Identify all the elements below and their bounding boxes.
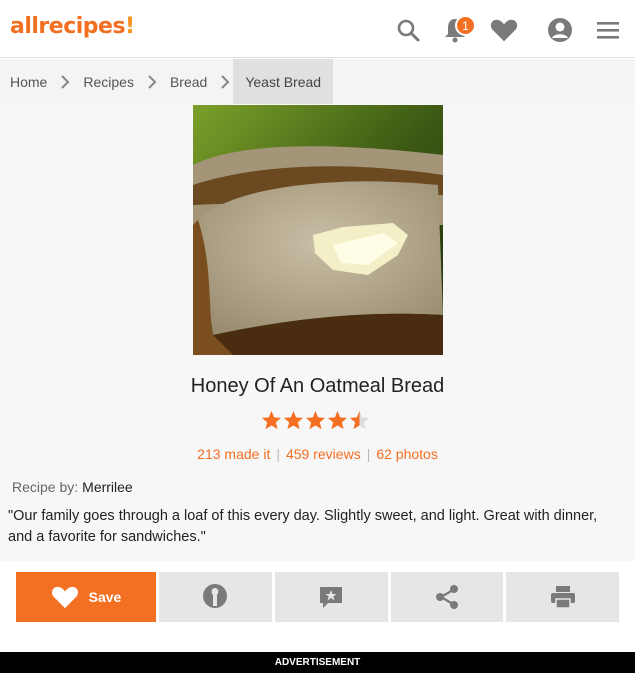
breadcrumb-bread[interactable]: Bread — [160, 59, 217, 104]
made-it-icon — [203, 584, 228, 608]
recipe-title: Honey Of An Oatmeal Bread — [190, 375, 445, 397]
star-icon — [261, 410, 282, 430]
save-button[interactable]: Save — [16, 572, 156, 622]
half-star-icon — [349, 410, 370, 430]
share-icon — [435, 585, 458, 609]
notification-badge[interactable]: 1 — [455, 15, 476, 36]
reviews-count[interactable]: 459 reviews — [286, 446, 361, 462]
breadcrumb-home[interactable]: Home — [0, 59, 57, 104]
byline-label: Recipe by: — [12, 479, 79, 495]
recipe-stats: 213 made it | 459 reviews | 62 photos — [197, 446, 438, 462]
made-it-count[interactable]: 213 made it — [197, 446, 270, 462]
heart-icon[interactable] — [490, 16, 518, 44]
recipe-actions: Save — [16, 572, 619, 622]
recipe-photo[interactable] — [193, 105, 443, 355]
star-rating[interactable] — [261, 410, 370, 430]
chevron-right-icon — [217, 59, 233, 104]
star-icon — [305, 410, 326, 430]
site-header: allrecipes! 1 — [0, 0, 635, 58]
print-button[interactable] — [506, 572, 619, 622]
save-label: Save — [88, 589, 122, 605]
print-icon — [550, 586, 575, 609]
recipe-description: "Our family goes through a loaf of this … — [8, 508, 598, 545]
author-link[interactable]: Merrilee — [82, 479, 133, 495]
star-icon — [327, 410, 348, 430]
search-icon[interactable] — [394, 16, 422, 44]
review-icon — [320, 587, 343, 608]
allrecipes-logo[interactable]: allrecipes! — [10, 14, 135, 39]
breadcrumb-yeast-bread[interactable]: Yeast Bread — [233, 59, 334, 104]
recipe-summary: Honey Of An Oatmeal Bread 213 made it | 45… — [0, 104, 635, 561]
chevron-right-icon — [57, 59, 73, 104]
photos-count[interactable]: 62 photos — [376, 446, 438, 462]
review-button[interactable] — [274, 572, 388, 622]
breadcrumb: Home Recipes Bread Yeast Bread — [0, 59, 635, 104]
breadcrumb-recipes[interactable]: Recipes — [73, 59, 144, 104]
made-it-button[interactable] — [159, 572, 272, 622]
recipe-byline: Recipe by: Merrilee — [12, 479, 133, 495]
profile-icon[interactable] — [546, 16, 574, 44]
star-icon — [283, 410, 304, 430]
advertisement-label: ADVERTISEMENT — [0, 652, 635, 673]
chevron-right-icon — [144, 59, 160, 104]
heart-icon — [51, 586, 78, 609]
share-button[interactable] — [390, 572, 504, 622]
menu-icon[interactable] — [594, 16, 622, 44]
